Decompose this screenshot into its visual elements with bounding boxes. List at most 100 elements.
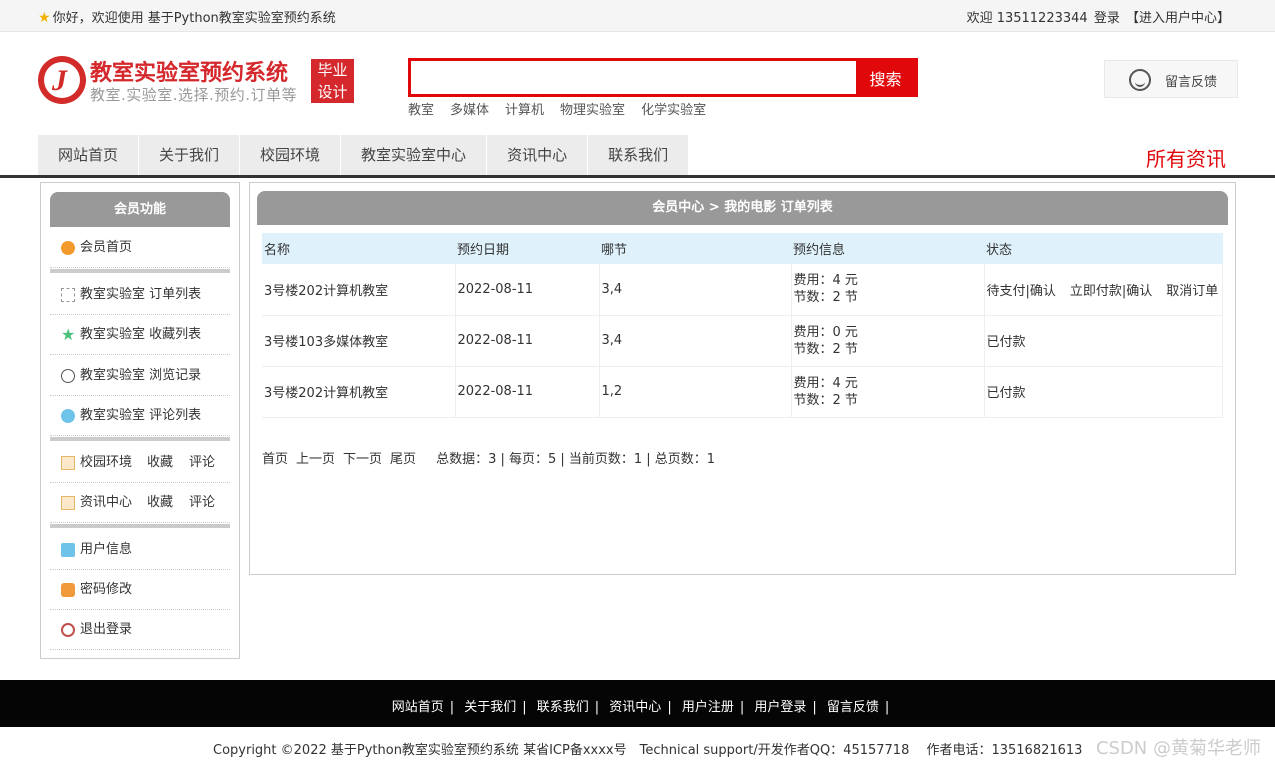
- nav-item-campus[interactable]: 校园环境: [240, 135, 342, 175]
- nav-item-lab-center[interactable]: 教室实验室中心: [341, 135, 488, 175]
- footer-link[interactable]: 关于我们: [464, 700, 516, 715]
- cell-name: 3号楼202计算机教室: [262, 366, 456, 418]
- cell-booking-info: 费用：4 元 节数：2 节: [791, 366, 985, 418]
- sidebar-item-label: 密码修改: [80, 582, 133, 597]
- news-fav-link[interactable]: 收藏: [147, 483, 173, 523]
- brand-subtitle: 教室.实验室.选择.预约.订单等: [90, 86, 298, 104]
- sidebar-item-label: 教室实验室 评论列表: [80, 408, 202, 423]
- campus-comment-link[interactable]: 评论: [189, 443, 215, 483]
- document-icon: [61, 496, 75, 510]
- footer-link[interactable]: 资讯中心: [609, 700, 661, 715]
- sidebar-item-label: 教室实验室 订单列表: [80, 287, 202, 302]
- search-box: 搜索: [408, 58, 918, 97]
- cell-booking-info: 费用：4 元 节数：2 节: [791, 264, 985, 316]
- order-panel: 会员中心 > 我的电影 订单列表 名称 预约日期 哪节 预约信息 状态 3号楼2…: [249, 182, 1236, 575]
- search-input[interactable]: [411, 61, 857, 94]
- sidebar-item-user-info[interactable]: 用户信息: [50, 530, 230, 570]
- sidebar-item-label: 会员首页: [80, 240, 133, 255]
- last-page-link[interactable]: 尾页: [390, 452, 416, 467]
- hot-keyword[interactable]: 教室: [408, 103, 434, 118]
- hot-keyword[interactable]: 物理实验室: [560, 103, 625, 118]
- column-header: 预约日期: [455, 233, 599, 264]
- sidebar-separator: [50, 437, 230, 441]
- cell-booking-info: 费用：0 元 节数：2 节: [791, 315, 985, 367]
- sidebar-item-news: 资讯中心 收藏 评论: [50, 483, 230, 523]
- pending-confirm-link[interactable]: 待支付|确认: [987, 284, 1056, 299]
- footer-link[interactable]: 留言反馈: [827, 700, 879, 715]
- panel-title: 会员中心 > 我的电影 订单列表: [257, 191, 1228, 225]
- nav-item-contact[interactable]: 联系我们: [588, 135, 690, 175]
- member-sidebar: 会员功能 会员首页 教室实验室 订单列表 ★ 教室实验室 收藏列表 教室实验室 …: [40, 182, 240, 659]
- logo-mark: J: [52, 64, 67, 97]
- column-header: 名称: [262, 233, 455, 264]
- star-icon: ★: [38, 10, 51, 26]
- all-news-link[interactable]: 所有资讯: [1146, 143, 1226, 172]
- user-links: 欢迎 13511223344 登录 【进入用户中心】: [965, 7, 1230, 26]
- footer-links: 网站首页 | 关于我们 | 联系我们 | 资讯中心 | 用户注册 | 用户登录 | 留言反馈…: [391, 700, 890, 715]
- footer-bar: 网站首页 | 关于我们 | 联系我们 | 资讯中心 | 用户注册 | 用户登录 | 留言反馈…: [0, 680, 1275, 727]
- pagination-info: 总数据：3 | 每页：5 | 当前页数：1 | 总页数：1: [436, 452, 716, 467]
- sidebar-item-label: 教室实验室 浏览记录: [80, 368, 202, 383]
- hot-keyword[interactable]: 计算机: [505, 103, 544, 118]
- sidebar-item-order-list[interactable]: 教室实验室 订单列表: [50, 275, 230, 315]
- table-header: 名称 预约日期 哪节 预约信息 状态: [262, 233, 1223, 264]
- sidebar-item-password[interactable]: 密码修改: [50, 570, 230, 610]
- cell-status: 待支付|确认 立即付款|确认 取消订单: [984, 264, 1223, 316]
- cell-name: 3号楼103多媒体教室: [262, 315, 456, 367]
- pay-now-link[interactable]: 立即付款|确认: [1070, 284, 1152, 299]
- sidebar-item-member-home[interactable]: 会员首页: [50, 228, 230, 268]
- grid-icon: [61, 288, 75, 302]
- session-count: 节数：2 节: [793, 392, 858, 408]
- sidebar-separator: [50, 269, 230, 273]
- hot-keywords: 教室 多媒体 计算机 物理实验室 化学实验室: [408, 99, 722, 118]
- prev-page-link[interactable]: 上一页: [296, 452, 335, 467]
- feedback-button[interactable]: 留言反馈: [1104, 60, 1238, 98]
- search-button[interactable]: 搜索: [856, 61, 915, 94]
- footer-link[interactable]: 联系我们: [537, 700, 589, 715]
- comment-icon: [61, 409, 75, 423]
- cancel-order-link[interactable]: 取消订单: [1166, 284, 1218, 299]
- sidebar-item-label: 教室实验室 收藏列表: [80, 327, 202, 342]
- cell-status: 已付款: [984, 366, 1223, 418]
- sidebar-item-logout[interactable]: 退出登录: [50, 610, 230, 650]
- campus-fav-link[interactable]: 收藏: [147, 443, 173, 483]
- login-link[interactable]: 登录: [1094, 11, 1120, 26]
- first-page-link[interactable]: 首页: [262, 452, 288, 467]
- hot-keyword[interactable]: 多媒体: [450, 103, 489, 118]
- badge-line2: 设计: [317, 83, 348, 101]
- cell-status: 已付款: [984, 315, 1223, 367]
- power-icon: [61, 623, 75, 637]
- footer-link[interactable]: 网站首页: [392, 700, 444, 715]
- news-comment-link[interactable]: 评论: [189, 483, 215, 523]
- table-row: 3号楼103多媒体教室 2022-08-11 3,4 费用：0 元 节数：2 节…: [262, 315, 1223, 367]
- site-logo[interactable]: J: [38, 56, 86, 104]
- sidebar-item-label: 退出登录: [80, 622, 133, 637]
- table-row: 3号楼202计算机教室 2022-08-11 3,4 费用：4 元 节数：2 节…: [262, 264, 1223, 316]
- column-header: 哪节: [599, 233, 791, 264]
- sidebar-campus-label[interactable]: 校园环境: [80, 443, 132, 483]
- cell-period: 1,2: [599, 366, 792, 418]
- sidebar-title: 会员功能: [50, 192, 230, 227]
- sidebar-item-history[interactable]: 教室实验室 浏览记录: [50, 356, 230, 396]
- nav-item-about[interactable]: 关于我们: [139, 135, 241, 175]
- cell-name: 3号楼202计算机教室: [262, 264, 456, 316]
- watermark: CSDN @黄菊华老师: [1095, 738, 1261, 759]
- badge-line1: 毕业: [317, 61, 348, 79]
- sidebar-item-fav-list[interactable]: ★ 教室实验室 收藏列表: [50, 315, 230, 355]
- hot-keyword[interactable]: 化学实验室: [641, 103, 706, 118]
- nav-item-news[interactable]: 资讯中心: [487, 135, 589, 175]
- footer-link[interactable]: 用户登录: [754, 700, 806, 715]
- user-center-link[interactable]: 【进入用户中心】: [1126, 11, 1230, 26]
- column-header: 状态: [984, 233, 1223, 264]
- nav-item-home[interactable]: 网站首页: [38, 135, 140, 175]
- fee: 费用：4 元: [793, 273, 858, 289]
- user-greeting: 欢迎 13511223344: [966, 11, 1088, 26]
- nav-divider: [0, 175, 1275, 178]
- cell-date: 2022-08-11: [455, 264, 600, 316]
- footer-link[interactable]: 用户注册: [682, 700, 734, 715]
- sidebar-item-comment-list[interactable]: 教室实验室 评论列表: [50, 396, 230, 436]
- sidebar-news-label[interactable]: 资讯中心: [80, 483, 132, 523]
- column-header: 预约信息: [791, 233, 984, 264]
- next-page-link[interactable]: 下一页: [343, 452, 382, 467]
- order-table: 名称 预约日期 哪节 预约信息 状态 3号楼202计算机教室 2022-08-1…: [262, 233, 1223, 418]
